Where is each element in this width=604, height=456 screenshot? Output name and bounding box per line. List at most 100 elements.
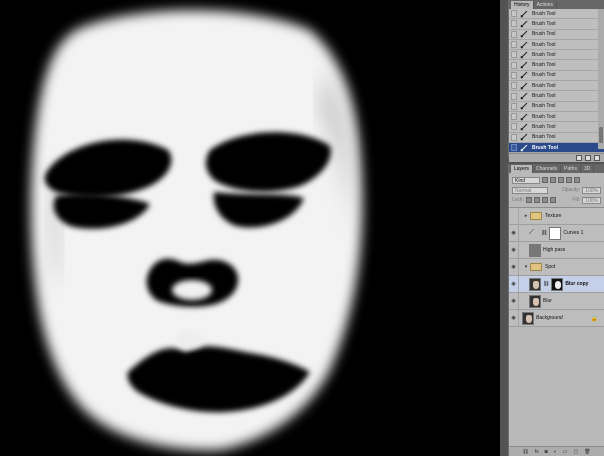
snapshot-source-checkbox[interactable]: [511, 51, 517, 59]
adjustment-icon[interactable]: ◐: [554, 449, 557, 455]
layer-name[interactable]: Texture: [545, 213, 561, 219]
visibility-eye-icon[interactable]: ◉: [509, 310, 519, 326]
kind-filter-select[interactable]: Kind: [512, 176, 540, 184]
snapshot-source-checkbox[interactable]: [511, 41, 517, 49]
lock-transparency-icon[interactable]: [525, 197, 532, 203]
history-step[interactable]: Brush Tool: [509, 142, 604, 154]
layer-row[interactable]: ◉ ⛓ Blur copy: [509, 276, 604, 293]
snapshot-source-checkbox[interactable]: [511, 102, 517, 110]
visibility-eye-icon[interactable]: ◉: [509, 225, 519, 241]
visibility-eye-icon[interactable]: [509, 208, 519, 224]
document-canvas[interactable]: [0, 0, 500, 456]
history-step[interactable]: Brush Tool: [509, 19, 604, 30]
filter-type-icon[interactable]: [558, 177, 564, 183]
link-icon[interactable]: ⛓: [522, 449, 528, 455]
mask-icon[interactable]: ◙: [545, 449, 548, 455]
snapshot-source-checkbox[interactable]: [511, 133, 517, 141]
history-step[interactable]: Brush Tool: [509, 60, 604, 71]
history-step[interactable]: Brush Tool: [509, 9, 604, 20]
brush-tool-icon: [520, 102, 528, 110]
history-scrollbar[interactable]: [598, 9, 604, 149]
snapshot-source-checkbox[interactable]: [511, 144, 517, 151]
layer-name[interactable]: Curves 1: [563, 230, 583, 236]
snapshot-source-checkbox[interactable]: [511, 61, 517, 69]
tab-layers[interactable]: Layers: [511, 165, 534, 173]
layer-row[interactable]: ◉ ▾ Spot: [509, 259, 604, 276]
lock-all-icon[interactable]: [549, 197, 556, 203]
history-step[interactable]: Brush Tool: [509, 111, 604, 123]
history-scroll-thumb[interactable]: [599, 127, 603, 143]
filter-shape-icon[interactable]: [566, 177, 572, 183]
history-step[interactable]: Brush Tool: [509, 50, 604, 61]
group-expand-arrow-icon[interactable]: ▸: [522, 213, 530, 219]
snapshot-source-checkbox[interactable]: [511, 123, 517, 131]
history-step[interactable]: Brush Tool: [509, 132, 604, 143]
layer-row[interactable]: ◉ High pass: [509, 242, 604, 259]
history-step[interactable]: Brush Tool: [509, 101, 604, 112]
lock-position-icon[interactable]: [541, 197, 548, 203]
fill-field[interactable]: 100%: [582, 196, 601, 204]
snapshot-source-checkbox[interactable]: [511, 92, 517, 100]
filter-smart-object-icon[interactable]: [574, 177, 580, 183]
layer-thumbnail[interactable]: [529, 243, 541, 257]
opacity-field[interactable]: 100%: [582, 186, 601, 194]
layer-row[interactable]: ◉ ⟋ ⛓ Curves 1: [509, 225, 604, 242]
visibility-eye-icon[interactable]: ◉: [509, 242, 519, 258]
lock-pixels-icon[interactable]: [533, 197, 540, 203]
blend-mode-select[interactable]: Normal: [512, 186, 548, 194]
history-step-label: Brush Tool: [532, 20, 556, 27]
layer-name[interactable]: Spot: [545, 264, 555, 270]
brush-tool-icon: [520, 144, 528, 151]
history-step[interactable]: Brush Tool: [509, 122, 604, 133]
history-step[interactable]: Brush Tool: [509, 39, 604, 51]
snapshot-source-checkbox[interactable]: [511, 71, 517, 79]
brush-tool-icon: [520, 133, 528, 141]
group-expand-arrow-icon[interactable]: ▾: [522, 264, 530, 270]
layer-mask-thumbnail[interactable]: [549, 226, 562, 240]
tab-actions[interactable]: Actions: [534, 1, 557, 9]
visibility-eye-icon[interactable]: ◉: [509, 259, 519, 275]
snapshot-source-checkbox[interactable]: [511, 113, 517, 121]
new-document-from-state-icon[interactable]: [576, 155, 582, 162]
layer-thumbnail[interactable]: [522, 311, 534, 325]
history-footer: [509, 153, 604, 163]
history-step[interactable]: Brush Tool: [509, 81, 604, 92]
layer-name[interactable]: Blur: [543, 298, 552, 304]
snapshot-source-checkbox[interactable]: [511, 10, 517, 18]
layer-thumbnail[interactable]: [529, 277, 541, 291]
trash-icon[interactable]: [594, 155, 600, 162]
tab-history[interactable]: History: [511, 1, 534, 9]
snapshot-source-checkbox[interactable]: [511, 20, 517, 28]
trash-icon[interactable]: 🗑: [584, 449, 590, 455]
layer-name[interactable]: Background: [536, 315, 563, 321]
visibility-eye-icon[interactable]: ◉: [509, 276, 519, 292]
layer-thumbnail[interactable]: [529, 294, 541, 308]
filter-pixel-icon[interactable]: [542, 177, 548, 183]
history-step-label: Brush Tool: [532, 31, 556, 38]
filter-adjustment-icon[interactable]: [550, 177, 556, 183]
brush-tool-icon: [520, 30, 528, 38]
layer-name[interactable]: High pass: [543, 247, 565, 253]
layer-name[interactable]: Blur copy: [565, 281, 588, 287]
camera-snapshot-icon[interactable]: [585, 155, 591, 162]
mask-link-icon[interactable]: ⛓: [543, 281, 549, 287]
layer-row[interactable]: ▸ Texture: [509, 208, 604, 225]
history-step-label: Brush Tool: [532, 134, 556, 141]
snapshot-source-checkbox[interactable]: [511, 30, 517, 38]
fx-icon[interactable]: fx: [535, 449, 539, 455]
lock-label: Lock:: [512, 197, 524, 203]
new-layer-icon[interactable]: ▢: [573, 449, 578, 455]
mask-link-icon[interactable]: ⛓: [541, 230, 547, 236]
layer-row[interactable]: ◉ Blur: [509, 293, 604, 310]
layer-mask-thumbnail[interactable]: [551, 277, 564, 291]
history-step[interactable]: Brush Tool: [509, 70, 604, 82]
tab-channels[interactable]: Channels: [533, 165, 562, 173]
tab-paths[interactable]: Paths: [561, 165, 581, 173]
history-step[interactable]: Brush Tool: [509, 91, 604, 102]
snapshot-source-checkbox[interactable]: [511, 82, 517, 90]
history-step[interactable]: Brush Tool: [509, 29, 604, 40]
folder-icon[interactable]: ▭: [563, 449, 568, 455]
tab-3d[interactable]: 3D: [581, 165, 595, 173]
visibility-eye-icon[interactable]: ◉: [509, 293, 519, 309]
layer-row[interactable]: ◉ Background 🔒: [509, 310, 604, 327]
